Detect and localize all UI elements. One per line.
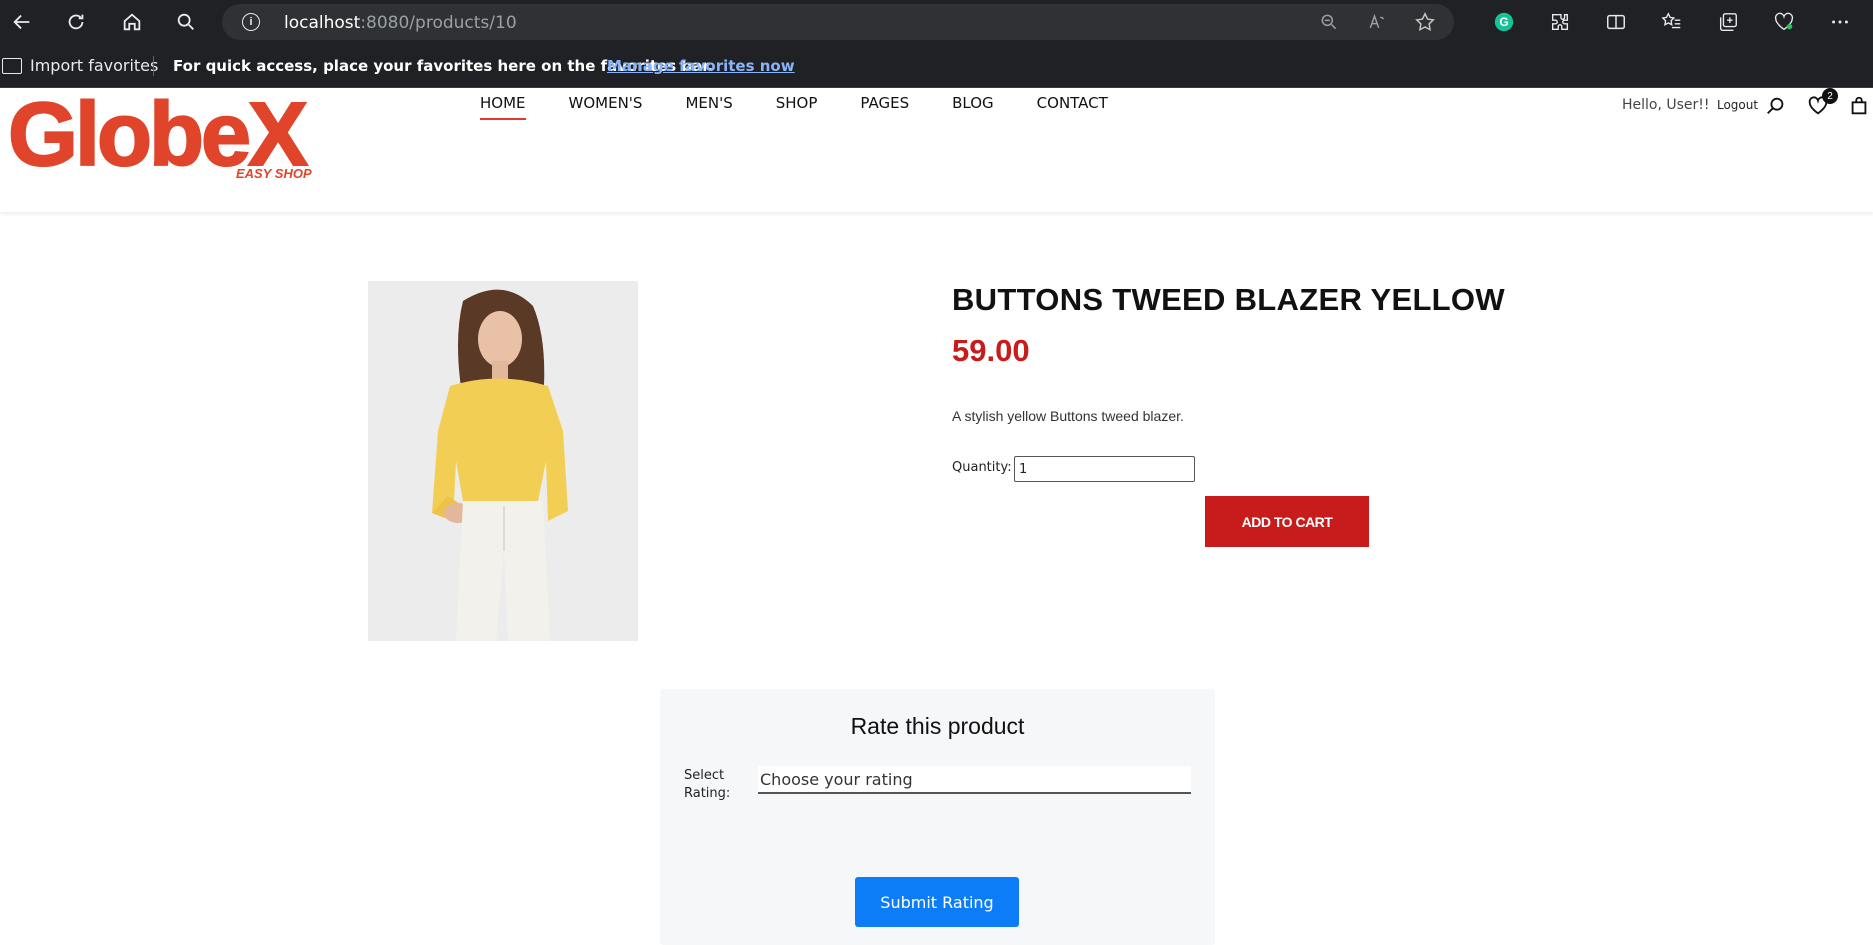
quantity-input[interactable] <box>1014 456 1195 482</box>
nav-mens[interactable]: MEN'S <box>685 94 732 118</box>
extensions-icon[interactable] <box>1532 8 1588 36</box>
rating-card: Rate this product Select Rating: Choose … <box>660 689 1215 945</box>
greeting-text: Hello, User!! <box>1622 97 1710 113</box>
main-navigation: HOME WOMEN'S MEN'S SHOP PAGES BLOG CONTA… <box>480 94 1151 120</box>
url-text: localhost:8080/products/10 <box>284 13 517 33</box>
favorites-bar: Import favorites For quick access, place… <box>0 44 1873 88</box>
more-options-icon[interactable] <box>1812 8 1868 36</box>
cart-bag-icon[interactable] <box>1847 94 1871 118</box>
browser-toolbar: i localhost:8080/products/10 G <box>0 0 1873 44</box>
favorites-divider <box>153 56 154 76</box>
quantity-label: Quantity: <box>952 460 1012 475</box>
import-favorites-label: Import favorites <box>30 56 159 75</box>
refresh-icon[interactable] <box>62 8 90 36</box>
product-image <box>368 281 638 641</box>
site-logo[interactable]: GlobeX EASY SHOP <box>7 89 378 188</box>
product-title: BUTTONS TWEED BLAZER YELLOW <box>952 282 1505 317</box>
url-host: localhost <box>284 13 361 33</box>
url-path: :8080/products/10 <box>360 13 517 33</box>
address-bar[interactable]: i localhost:8080/products/10 <box>222 4 1454 40</box>
import-favorites-button[interactable]: Import favorites <box>2 56 158 75</box>
nav-home[interactable]: HOME <box>480 94 526 120</box>
rating-title: Rate this product <box>850 713 1025 739</box>
browser-essentials-icon[interactable] <box>1756 8 1812 36</box>
home-icon[interactable] <box>118 8 146 36</box>
logo-tagline: EASY SHOP <box>236 166 312 181</box>
logout-link[interactable]: Logout <box>1717 98 1758 112</box>
manage-favorites-link[interactable]: Manage favorites now <box>607 57 795 75</box>
wishlist-heart-icon[interactable]: 2 <box>1806 88 1838 118</box>
nav-blog[interactable]: BLOG <box>952 94 994 118</box>
collections-icon[interactable] <box>1700 8 1756 36</box>
user-greeting: Hello, User!! Logout <box>1622 97 1758 113</box>
submit-rating-button[interactable]: Submit Rating <box>855 877 1019 927</box>
nav-womens[interactable]: WOMEN'S <box>569 94 643 118</box>
site-search-icon[interactable] <box>1764 94 1788 118</box>
grammarly-icon[interactable]: G <box>1476 8 1532 36</box>
svg-text:G: G <box>1499 15 1508 29</box>
nav-contact[interactable]: CONTACT <box>1037 94 1108 118</box>
product-description: A stylish yellow Buttons tweed blazer. <box>952 408 1184 424</box>
zoom-out-icon[interactable] <box>1318 11 1340 33</box>
search-icon[interactable] <box>172 8 200 36</box>
add-to-cart-button[interactable]: ADD TO CART <box>1205 496 1369 547</box>
favorite-star-icon[interactable] <box>1414 11 1436 33</box>
product-price: 59.00 <box>952 333 1030 368</box>
read-aloud-icon[interactable] <box>1366 11 1388 33</box>
nav-shop[interactable]: SHOP <box>776 94 818 118</box>
rating-select[interactable]: Choose your rating <box>758 766 1191 794</box>
back-icon[interactable] <box>8 8 36 36</box>
site-header: GlobeX EASY SHOP HOME WOMEN'S MEN'S SHOP… <box>0 88 1873 212</box>
wishlist-count-badge: 2 <box>1822 88 1838 104</box>
nav-pages[interactable]: PAGES <box>860 94 909 118</box>
site-info-icon[interactable]: i <box>242 13 260 31</box>
split-screen-icon[interactable] <box>1588 8 1644 36</box>
folder-icon <box>2 57 22 74</box>
favorites-list-icon[interactable] <box>1644 8 1700 36</box>
rating-label: Select Rating: <box>684 768 731 801</box>
